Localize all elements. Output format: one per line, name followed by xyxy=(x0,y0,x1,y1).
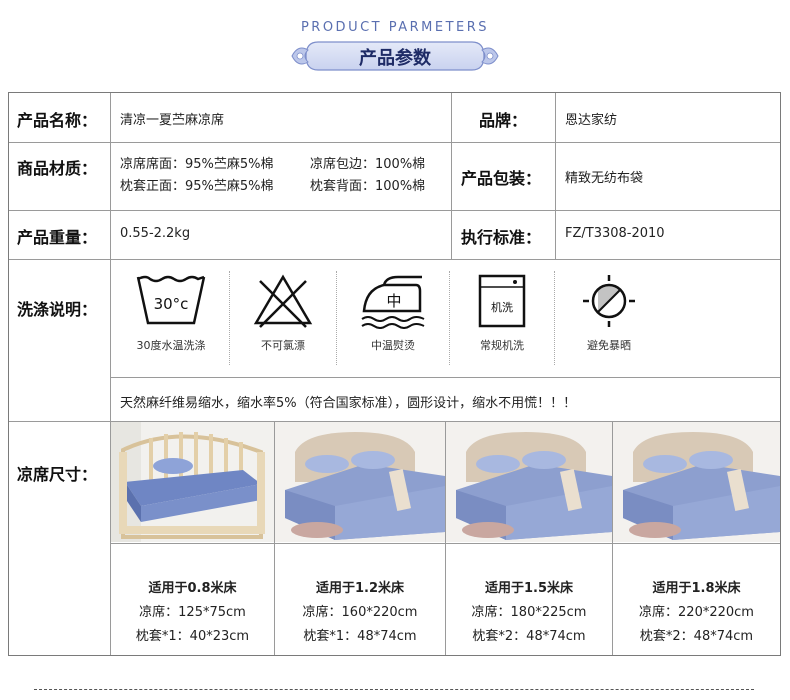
value-standard: FZ/T3308-2010 xyxy=(565,226,665,241)
label-washing: 洗涤说明： xyxy=(17,300,98,319)
iron-text: 中 xyxy=(386,292,401,310)
wash-item-no-sun: 避免暴晒 xyxy=(565,273,653,353)
no-sun-caption: 避免暴晒 xyxy=(587,339,631,352)
iron-medium-icon: 中 xyxy=(361,275,425,329)
size-pillow: 枕套*1：48*74cm xyxy=(303,629,417,644)
size-pillow: 枕套*1：40*23cm xyxy=(135,629,250,644)
size-pillow: 枕套*2：48*74cm xyxy=(639,629,754,644)
product-parameters-table: 产品名称： 清凉一夏苎麻凉席 品牌： 恩达家纺 商品材质： 凉席席面：95%苎麻… xyxy=(8,92,781,656)
bottom-divider xyxy=(34,689,754,690)
crib-image xyxy=(111,422,274,542)
value-weight: 0.55-2.2kg xyxy=(120,226,191,241)
label-weight: 产品重量： xyxy=(17,228,98,247)
label-standard: 执行标准： xyxy=(461,228,542,247)
no-bleach-icon xyxy=(253,274,313,328)
size-item-1-5m: 适用于1.5米床 凉席：180*225cm 枕套*2：48*74cm xyxy=(446,577,612,649)
wash-30-icon: 30°c xyxy=(136,275,206,325)
size-item-0-8m: 适用于0.8米床 凉席：125*75cm 枕套*1：40*23cm xyxy=(111,577,274,649)
header-title: 产品参数 xyxy=(359,48,431,69)
bed-image-1-8m xyxy=(613,422,780,542)
machine-wash-caption: 常规机洗 xyxy=(480,339,524,352)
label-sizes: 凉席尺寸： xyxy=(17,465,98,484)
material-pillow-front: 枕套正面：95%苎麻5%棉 xyxy=(120,179,274,194)
size-mat: 凉席：220*220cm xyxy=(639,605,754,620)
size-title: 适用于0.8米床 xyxy=(148,581,237,596)
label-brand: 品牌： xyxy=(479,111,528,130)
size-mat: 凉席：160*220cm xyxy=(302,605,418,620)
size-title: 适用于1.8米床 xyxy=(652,581,741,596)
no-sun-icon xyxy=(583,275,635,327)
material-mat-surface: 凉席席面：95%苎麻5%棉 xyxy=(120,157,274,172)
wash-item-iron: 中 中温熨烫 xyxy=(347,273,439,353)
wash-30-text: 30°c xyxy=(154,295,189,313)
value-packaging: 精致无纺布袋 xyxy=(565,171,644,186)
washing-note: 天然麻纤维易缩水，缩水率5%（符合国家标准），圆形设计，缩水不用慌！！！ xyxy=(120,396,577,411)
size-item-1-2m: 适用于1.2米床 凉席：160*220cm 枕套*1：48*74cm xyxy=(275,577,445,649)
wash-30-caption: 30度水温洗涤 xyxy=(136,339,206,352)
wash-item-30: 30°c 30度水温洗涤 xyxy=(125,273,217,353)
size-title: 适用于1.2米床 xyxy=(315,581,405,596)
label-packaging: 产品包装： xyxy=(461,169,542,188)
machine-wash-text: 机洗 xyxy=(491,300,513,314)
value-brand: 恩达家纺 xyxy=(565,113,618,128)
wash-item-no-bleach: 不可氯漂 xyxy=(239,273,327,353)
value-product-name: 清凉一夏苎麻凉席 xyxy=(120,113,225,128)
size-mat: 凉席：125*75cm xyxy=(139,605,246,620)
label-product-name: 产品名称： xyxy=(17,111,98,130)
iron-caption: 中温熨烫 xyxy=(371,339,415,352)
material-mat-edging: 凉席包边：100%棉 xyxy=(310,157,426,172)
wash-item-machine: 机洗 常规机洗 xyxy=(459,273,545,353)
no-bleach-caption: 不可氯漂 xyxy=(261,339,305,352)
size-title: 适用于1.5米床 xyxy=(484,581,574,596)
size-item-1-8m: 适用于1.8米床 凉席：220*220cm 枕套*2：48*74cm xyxy=(613,577,780,649)
header-subtitle: PRODUCT PARMETERS xyxy=(300,20,490,35)
bed-image-1-5m xyxy=(446,422,612,542)
bed-image-1-2m xyxy=(275,422,445,542)
size-mat: 凉席：180*225cm xyxy=(471,605,587,620)
machine-wash-icon: 机洗 xyxy=(478,274,526,328)
size-pillow: 枕套*2：48*74cm xyxy=(472,629,586,644)
material-pillow-back: 枕套背面：100%棉 xyxy=(310,179,426,194)
label-material: 商品材质： xyxy=(17,159,98,178)
